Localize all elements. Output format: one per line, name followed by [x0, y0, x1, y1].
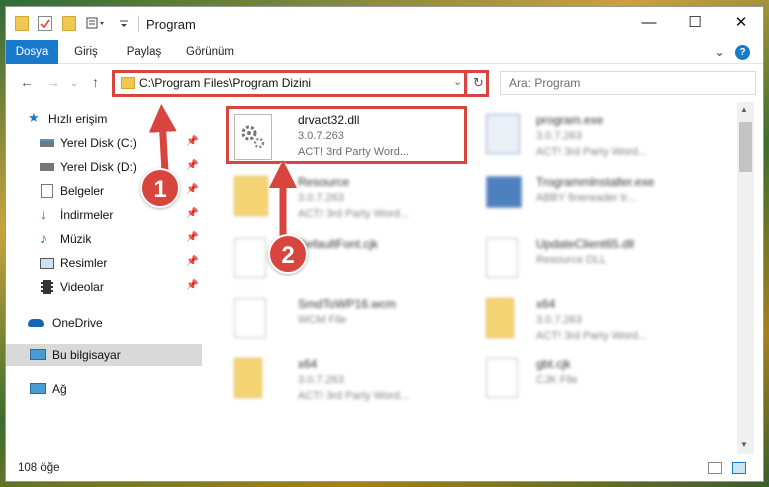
step-1-badge: 1 [140, 168, 180, 208]
step-2-badge: 2 [268, 234, 308, 274]
annotation-arrows [148, 104, 297, 248]
arrow-to-address [148, 104, 177, 173]
